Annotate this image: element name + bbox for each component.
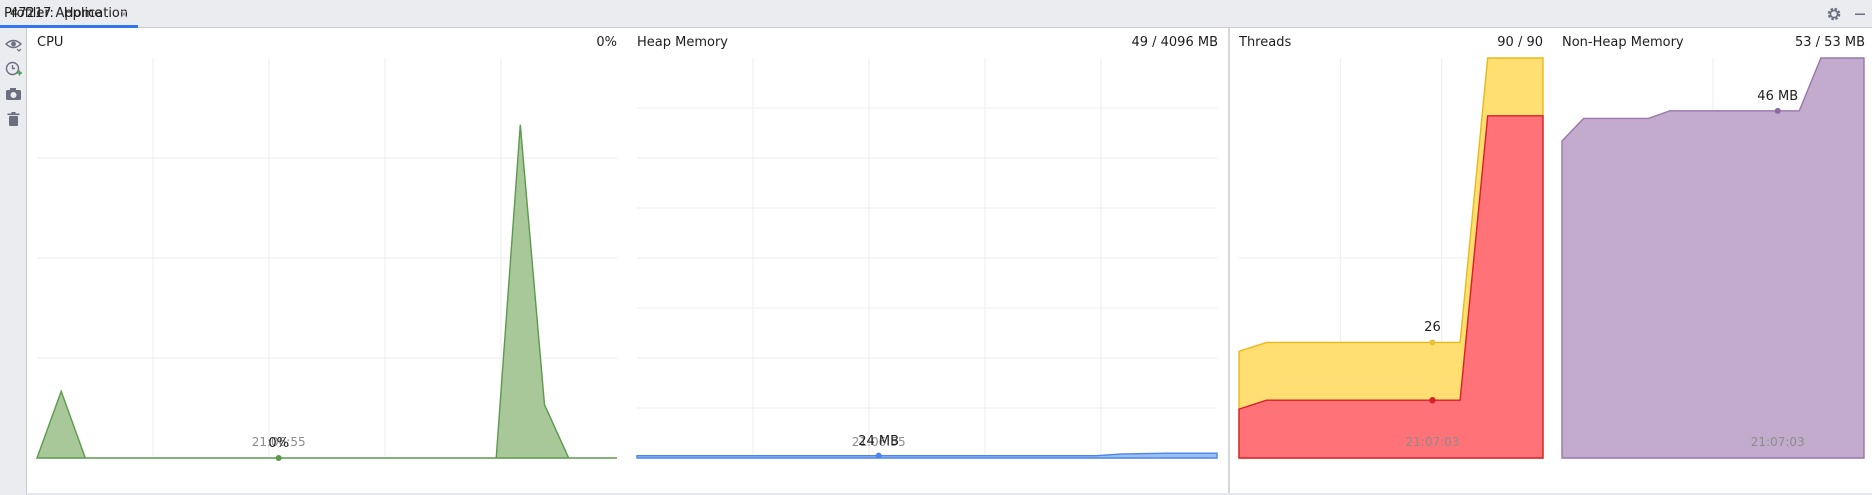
hover-value-label: 46 MB [1757,88,1799,104]
hover-value-label: 24 MB [858,433,900,449]
clock-icon[interactable] [4,60,23,79]
panel-title: Heap Memory [637,35,728,50]
threads-active-area [1238,115,1544,459]
trash-icon[interactable] [4,110,23,129]
camera-icon[interactable] [4,85,23,104]
hover-value-label: 26 [1424,320,1441,336]
threads-active-marker [1429,397,1436,404]
hover-value-label: 0% [268,436,289,451]
non-heap-time-label: 21:07:03 [1750,435,1805,449]
cpu-chart[interactable] [36,58,617,463]
cpu-panel: CPU 0% 21:06:55 0% [28,28,622,493]
panel-value: 90 / 90 [1497,35,1543,50]
series-marker [875,452,882,459]
panel-title: Non-Heap Memory [1562,35,1684,50]
gear-icon[interactable] [1826,6,1842,22]
tool-strip [0,28,27,495]
heap-memory-chart[interactable] [636,58,1218,463]
close-icon[interactable]: × [119,0,129,28]
tab-bar: Profiler: Home 47217 Application × [0,0,1872,28]
series-marker [275,455,282,461]
panel-divider[interactable] [1228,28,1230,495]
eye-icon[interactable] [4,35,23,54]
non-heap-memory-panel: Non-Heap Memory 53 / 53 MB 21:07:03 46 M… [1556,28,1868,493]
heap-memory-panel: Heap Memory 49 / 4096 MB 21:06:55 24 MB [628,28,1224,493]
threads-panel: Threads 90 / 90 21:07:03 26 [1232,28,1546,493]
series-area [1561,57,1865,459]
series-marker [1774,107,1781,114]
series-area [36,124,617,459]
panel-value: 0% [596,35,617,50]
threads-total-marker [1429,339,1436,346]
tab-application[interactable]: 47217 Application × [0,0,138,28]
minimize-icon[interactable] [1852,6,1868,22]
non-heap-memory-chart[interactable] [1561,57,1865,463]
tab-application-label: 47217 Application [10,6,129,21]
threads-chart[interactable] [1238,57,1544,463]
panel-value: 49 / 4096 MB [1131,35,1218,50]
panel-value: 53 / 53 MB [1795,35,1865,50]
panel-title: Threads [1239,35,1292,50]
panel-title: CPU [37,35,64,50]
threads-time-label: 21:07:03 [1405,435,1460,449]
series-area [636,452,1218,459]
